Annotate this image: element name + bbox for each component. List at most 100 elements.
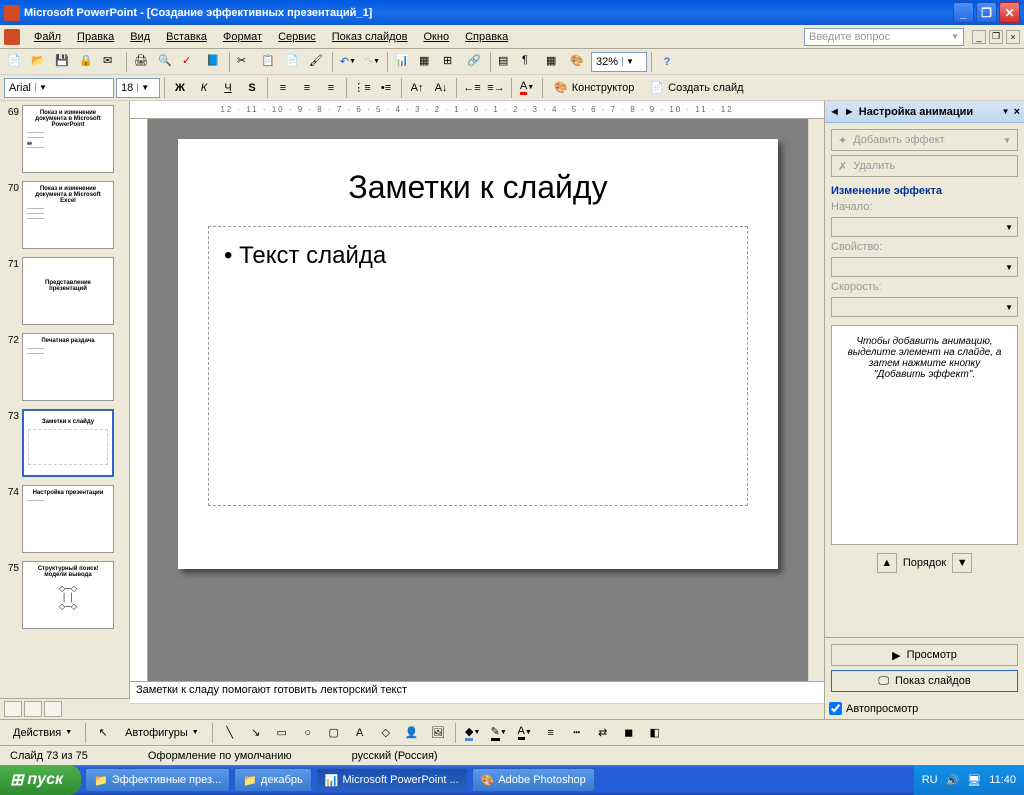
paste-button[interactable]: 📄 — [282, 51, 304, 73]
line-color-tool[interactable]: ✎▼ — [488, 722, 510, 744]
autopreview-row[interactable]: Автопросмотр — [825, 698, 1024, 719]
save-button[interactable]: 💾 — [52, 51, 74, 73]
zoom-combo[interactable]: 32%▼ — [591, 52, 647, 72]
grid-button[interactable]: ▦ — [543, 51, 565, 73]
cut-button[interactable]: ✂ — [234, 51, 256, 73]
font-size-combo[interactable]: 18▼ — [116, 78, 160, 98]
align-right-button[interactable]: ≡ — [320, 77, 342, 99]
autopreview-checkbox[interactable] — [829, 702, 842, 715]
numbering-button[interactable]: ⋮≡ — [351, 77, 373, 99]
thumb-row[interactable]: 69 Показ и изменение документа в Microso… — [4, 105, 125, 173]
forward-arrow-icon[interactable]: ► — [844, 106, 855, 118]
thumb-row[interactable]: 72 Печатная раздача──────────── — [4, 333, 125, 401]
hyperlink-button[interactable]: 🔗 — [464, 51, 486, 73]
diagram-tool[interactable]: ◇ — [375, 722, 397, 744]
lang-indicator[interactable]: RU — [922, 774, 938, 786]
bullets-button[interactable]: •≡ — [375, 77, 397, 99]
line-tool[interactable]: ╲ — [219, 722, 241, 744]
fill-color-tool[interactable]: ◆▼ — [462, 722, 484, 744]
menu-help[interactable]: Справка — [457, 29, 516, 45]
3d-tool[interactable]: ◧ — [644, 722, 666, 744]
thumb-row[interactable]: 70 Показ и изменение документа в Microso… — [4, 181, 125, 249]
permission-button[interactable]: 🔒 — [76, 51, 98, 73]
taskbar-item[interactable]: 🎨Adobe Photoshop — [472, 768, 595, 792]
font-color-button[interactable]: A▼ — [516, 77, 538, 99]
slide-thumbnail[interactable]: Показ и изменение документа в Microsoft … — [22, 181, 114, 249]
menu-tools[interactable]: Сервис — [270, 29, 324, 45]
bold-button[interactable]: Ж — [169, 77, 191, 99]
slide-thumbnail[interactable]: Представление презентаций — [22, 257, 114, 325]
format-painter-button[interactable]: 🖌 — [306, 51, 328, 73]
slide-title-text[interactable]: Заметки к слайду — [208, 169, 748, 206]
preview-button[interactable]: ▶Просмотр — [831, 644, 1018, 666]
menu-insert[interactable]: Вставка — [158, 29, 215, 45]
italic-button[interactable]: К — [193, 77, 215, 99]
menu-format[interactable]: Формат — [215, 29, 270, 45]
menu-window[interactable]: Окно — [416, 29, 458, 45]
chart-button[interactable]: 📊 — [392, 51, 414, 73]
color-button[interactable]: 🎨 — [567, 51, 589, 73]
add-effect-button[interactable]: ✦Добавить эффект▼ — [831, 129, 1018, 151]
slide-thumbnail[interactable]: Структурный поиск/модели вывода◇─◇│ │◇─◇ — [22, 561, 114, 629]
thumb-row[interactable]: 71 Представление презентаций — [4, 257, 125, 325]
arrow-style-tool[interactable]: ⇄ — [592, 722, 614, 744]
menu-slideshow[interactable]: Показ слайдов — [324, 29, 416, 45]
start-button[interactable]: ⊞пуск — [0, 765, 81, 795]
align-center-button[interactable]: ≡ — [296, 77, 318, 99]
decrease-font-button[interactable]: A↓ — [430, 77, 452, 99]
order-down-button[interactable]: ▼ — [952, 553, 972, 573]
textbox-tool[interactable]: ▢ — [323, 722, 345, 744]
menubar-app-icon[interactable] — [4, 29, 20, 45]
property-dropdown[interactable]: ▼ — [831, 257, 1018, 277]
autoshapes-menu[interactable]: Автофигуры▼ — [118, 722, 206, 744]
align-left-button[interactable]: ≡ — [272, 77, 294, 99]
slideshow-view-button[interactable] — [44, 701, 62, 717]
decrease-indent-button[interactable]: ←≡ — [461, 77, 483, 99]
taskbar-item-active[interactable]: 📊Microsoft PowerPoint ... — [316, 768, 468, 792]
menu-view[interactable]: Вид — [122, 29, 158, 45]
shadow-button[interactable]: S — [241, 77, 263, 99]
spellcheck-button[interactable]: ✓ — [179, 51, 201, 73]
help-button[interactable]: ? — [656, 51, 678, 73]
increase-indent-button[interactable]: ≡→ — [485, 77, 507, 99]
designer-button[interactable]: 🎨Конструктор — [547, 77, 641, 99]
wordart-tool[interactable]: A — [349, 722, 371, 744]
line-style-tool[interactable]: ≡ — [540, 722, 562, 744]
speed-dropdown[interactable]: ▼ — [831, 297, 1018, 317]
subwin-minimize[interactable]: _ — [972, 30, 986, 44]
tray-icon[interactable]: 🔊 — [946, 774, 960, 787]
email-button[interactable]: ✉ — [100, 51, 122, 73]
new-button[interactable]: 📄 — [4, 51, 26, 73]
table-button[interactable]: ▦ — [416, 51, 438, 73]
preview-button[interactable]: 🔍 — [155, 51, 177, 73]
menu-edit[interactable]: Правка — [69, 29, 122, 45]
horizontal-scrollbar[interactable] — [130, 703, 824, 719]
oval-tool[interactable]: ○ — [297, 722, 319, 744]
slide-thumbnail[interactable]: Настройка презентации────── — [22, 485, 114, 553]
vertical-scrollbar[interactable] — [808, 119, 824, 681]
open-button[interactable]: 📂 — [28, 51, 50, 73]
font-combo[interactable]: Arial▼ — [4, 78, 114, 98]
new-slide-button[interactable]: 📄Создать слайд — [643, 77, 750, 99]
slide-bullet-text[interactable]: • Текст слайда — [224, 242, 732, 270]
subwin-close[interactable]: × — [1006, 30, 1020, 44]
thumb-row[interactable]: 74 Настройка презентации────── — [4, 485, 125, 553]
slide-thumbnail-selected[interactable]: Заметки к слайду — [22, 409, 114, 477]
minimize-button[interactable]: _ — [953, 2, 974, 23]
redo-button[interactable]: ↷▼ — [361, 51, 383, 73]
taskpane-close-icon[interactable]: × — [1014, 106, 1020, 118]
order-up-button[interactable]: ▲ — [877, 553, 897, 573]
underline-button[interactable]: Ч — [217, 77, 239, 99]
show-formatting-button[interactable]: ¶ — [519, 51, 541, 73]
rectangle-tool[interactable]: ▭ — [271, 722, 293, 744]
arrow-tool[interactable]: ↘ — [245, 722, 267, 744]
slide-body-placeholder[interactable]: • Текст слайда — [208, 226, 748, 506]
copy-button[interactable]: 📋 — [258, 51, 280, 73]
notes-pane[interactable]: Заметки к сладу помогают готовить лектор… — [130, 681, 824, 703]
slideshow-button[interactable]: 🖵Показ слайдов — [831, 670, 1018, 692]
tables-borders-button[interactable]: ⊞ — [440, 51, 462, 73]
slide-thumbnail[interactable]: Показ и изменение документа в Microsoft … — [22, 105, 114, 173]
start-dropdown[interactable]: ▼ — [831, 217, 1018, 237]
maximize-button[interactable]: ❐ — [976, 2, 997, 23]
clipart-tool[interactable]: 👤 — [401, 722, 423, 744]
